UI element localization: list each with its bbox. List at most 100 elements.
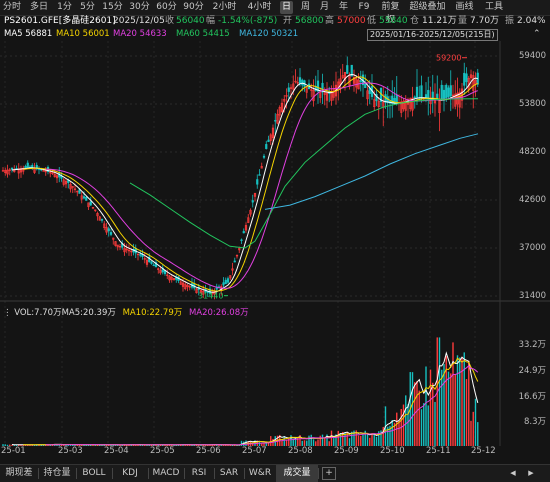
volume-bar	[337, 430, 339, 446]
vol-value: 7.70万	[470, 16, 500, 26]
candle-body	[301, 79, 304, 86]
volume-tick-0: 33.2万	[518, 340, 546, 350]
candle-body	[287, 87, 290, 92]
candle-body	[262, 155, 266, 158]
toolbar-item-12[interactable]: 月	[318, 1, 331, 14]
volume-bar	[369, 437, 371, 446]
volume-bar	[459, 357, 461, 446]
candle-body	[447, 87, 450, 98]
volume-bar	[416, 380, 418, 446]
date-tick-4: 25-06	[196, 446, 221, 456]
collapse-icon[interactable]: ⌃	[533, 28, 541, 41]
candle-body	[420, 85, 423, 99]
candle-body	[150, 261, 153, 264]
scroll-right-icon[interactable]: ▶	[524, 465, 538, 482]
toolbar-item-3[interactable]: 5分	[79, 1, 96, 14]
ma-legend-bar: MA5 56881 MA10 56001 MA20 54633 MA60 544…	[0, 28, 550, 41]
toolbar-item-5[interactable]: 30分	[129, 1, 150, 14]
date-tick-8: 25-10	[380, 446, 405, 456]
volume-bar	[288, 437, 290, 446]
volume-bar	[371, 433, 373, 446]
indicator-tab-0[interactable]: 期现差	[0, 465, 38, 482]
indicator-tab-5[interactable]: RSI	[184, 465, 214, 482]
candle-body	[82, 196, 86, 199]
volume-bar	[348, 438, 351, 446]
toolbar-item-17[interactable]: 画线	[452, 1, 477, 14]
volume-bar	[461, 356, 463, 446]
candle-body	[109, 232, 113, 235]
date-tick-2: 25-04	[104, 446, 129, 456]
volume-bar	[317, 439, 319, 446]
toolbar-item-4[interactable]: 15分	[102, 1, 123, 14]
candle-body	[242, 231, 245, 234]
indicator-tab-8[interactable]: 成交量	[276, 465, 318, 482]
volume-bar	[405, 395, 407, 446]
toolbar-item-11[interactable]: 周	[299, 1, 312, 14]
candle-body	[274, 120, 277, 122]
indicator-tab-3[interactable]: KDJ	[112, 465, 148, 482]
volume-bar	[456, 355, 459, 446]
volume-bar	[373, 433, 375, 446]
change-label: 幅	[206, 16, 216, 26]
toolbar-item-9[interactable]: 4小时	[245, 1, 274, 14]
close-value: 56040	[176, 16, 205, 26]
volume-bar	[477, 422, 479, 446]
toolbar-item-13[interactable]: 年	[337, 1, 350, 14]
symbol-name[interactable]: PS2601.GFE[多晶硅2601]	[4, 15, 116, 28]
price-tick-3: 42600	[518, 195, 546, 205]
volume-bar	[454, 374, 456, 446]
date-tick-9: 25-11	[426, 446, 451, 456]
volume-bar	[312, 439, 315, 446]
toolbar-item-0[interactable]: 分时	[2, 1, 22, 14]
volume-bar	[465, 379, 468, 446]
candle-body	[251, 200, 254, 203]
candle-body	[24, 165, 27, 169]
volume-bar	[310, 434, 312, 446]
candle-body	[222, 282, 225, 286]
date-range-box[interactable]: 2025/01/16-2025/12/05(215日)	[367, 29, 498, 41]
ma10-line	[23, 76, 478, 292]
volume-bar	[222, 445, 225, 446]
volume-bar	[443, 364, 445, 446]
volume-bar	[447, 371, 450, 446]
volume-bar	[425, 366, 427, 446]
kline-chart[interactable]: 59200 31440	[0, 41, 550, 464]
candle-body	[449, 85, 452, 97]
toolbar-item-6[interactable]: 60分	[156, 1, 177, 14]
add-indicator-button[interactable]: +	[322, 467, 336, 480]
volume-settings-icon[interactable]: ⋮	[3, 308, 12, 318]
volume-bar	[283, 436, 285, 446]
volume-bar	[432, 382, 434, 446]
high-marker-label: 59200	[436, 54, 461, 63]
toolbar-item-10[interactable]: 日	[280, 1, 293, 14]
toolbar-item-16[interactable]: 超级叠加	[409, 1, 446, 14]
volume-bar	[420, 409, 423, 446]
volume-bar	[411, 372, 414, 446]
indicator-tab-7[interactable]: W&R	[244, 465, 276, 482]
toolbar-item-2[interactable]: 1分	[56, 1, 73, 14]
ma60-line	[129, 98, 479, 249]
volume-tick-1: 24.9万	[518, 365, 546, 376]
period-toolbar: 分时 多日 1分 5分 15分 30分 60分 90分 2小时 4小时日周月年 F9 前复权 超级叠加画…	[0, 0, 550, 25]
candle-body	[233, 260, 236, 263]
vol-label: 量	[458, 16, 468, 26]
toolbar-item-15[interactable]: 前复权	[378, 1, 403, 25]
toolbar-item-14[interactable]: F9	[356, 1, 372, 14]
quote-date: 2025/12/05	[113, 16, 165, 26]
indicator-tab-2[interactable]: BOLL	[76, 465, 112, 482]
ma5-legend: MA5 56881	[4, 29, 53, 39]
indicator-tab-1[interactable]: 持仓量	[38, 465, 76, 482]
change-value: -1.54%(-875)	[218, 16, 278, 26]
volume-bar	[470, 420, 472, 446]
toolbar-item-8[interactable]: 2小时	[210, 1, 239, 14]
indicator-tab-6[interactable]: SAR	[214, 465, 244, 482]
indicator-tab-4[interactable]: MACD	[148, 465, 184, 482]
close-label: 收	[165, 16, 175, 26]
scroll-left-icon[interactable]: ◀	[506, 465, 520, 482]
toolbar-item-7[interactable]: 90分	[183, 1, 204, 14]
toolbar-item-18[interactable]: 工具	[483, 1, 505, 14]
oi-value: 11.21万	[422, 16, 457, 26]
volume-bar	[308, 435, 310, 446]
toolbar-item-1[interactable]: 多日	[28, 1, 50, 14]
candle-body	[152, 264, 155, 267]
